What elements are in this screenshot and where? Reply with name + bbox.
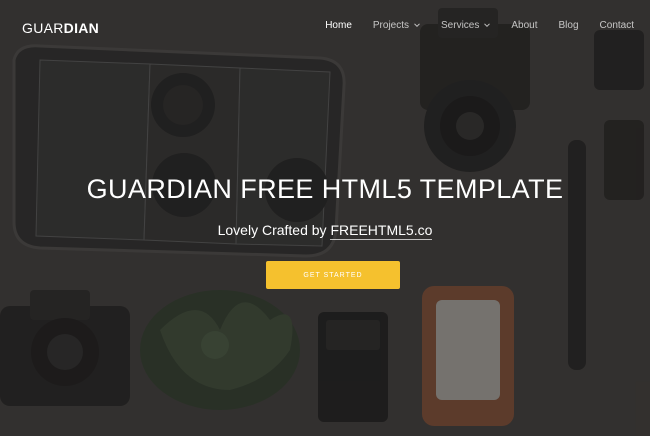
nav-item-label: Blog: [558, 20, 579, 31]
top-navbar: GUARDIAN Home Projects Services About Bl…: [0, 0, 650, 56]
freehtml5-link[interactable]: FREEHTML5.co: [330, 222, 433, 240]
hero-subtitle-prefix: Lovely Crafted by: [217, 222, 327, 238]
hero-title: GUARDIAN FREE HTML5 TEMPLATE: [86, 174, 564, 204]
nav-item-label: Services: [441, 20, 480, 31]
hero-section: GUARDIAN Home Projects Services About Bl…: [0, 0, 650, 436]
nav-item-contact[interactable]: Contact: [600, 20, 634, 31]
nav-menu: Home Projects Services About Blog Contac…: [304, 20, 634, 31]
hero-overlay: [0, 0, 650, 436]
hero-subtitle: Lovely Crafted by FREEHTML5.co: [0, 222, 650, 240]
brand-logo[interactable]: GUARDIAN: [22, 20, 99, 36]
nav-item-services[interactable]: Services: [441, 20, 491, 31]
get-started-button[interactable]: GET STARTED: [266, 261, 400, 289]
nav-item-home[interactable]: Home: [325, 20, 352, 31]
nav-item-projects[interactable]: Projects: [373, 20, 420, 31]
nav-item-label: Projects: [372, 20, 410, 31]
chevron-down-icon: [414, 23, 420, 28]
nav-item-label: About: [511, 20, 538, 31]
nav-item-blog[interactable]: Blog: [559, 20, 579, 31]
nav-item-label: Home: [325, 20, 352, 31]
nav-item-about[interactable]: About: [511, 20, 537, 31]
brand-logo-bold: DIAN: [63, 20, 100, 36]
chevron-down-icon: [484, 23, 491, 28]
nav-item-label: Contact: [599, 20, 634, 31]
brand-logo-light: GUAR: [22, 20, 64, 36]
